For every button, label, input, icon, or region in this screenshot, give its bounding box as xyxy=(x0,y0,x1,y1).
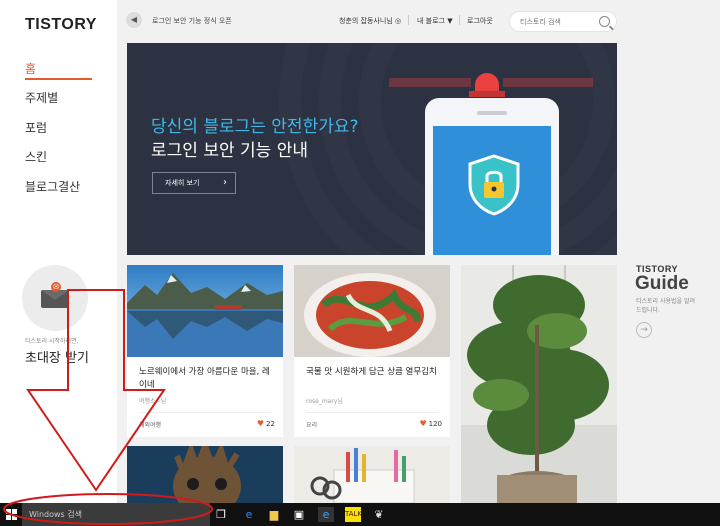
siren-beam-right xyxy=(503,78,593,87)
nav-item-home[interactable]: 홈 xyxy=(25,60,92,80)
card-divider xyxy=(306,412,438,413)
top-header: ◀ 로그인 보안 기능 정식 오픈 청춘의 잡동사니님 ◎ 내 블로그 ▼ 로그… xyxy=(117,0,720,42)
card-divider xyxy=(139,412,271,413)
post-card-image xyxy=(127,446,283,503)
banner-title: 로그인 보안 기능 안내 xyxy=(151,141,308,161)
nav-item-blog-summary[interactable]: 블로그결산 xyxy=(25,178,92,208)
post-card-likes[interactable]: ♥ 120 xyxy=(419,419,442,428)
edge-icon[interactable]: e xyxy=(241,507,257,522)
post-card-category[interactable]: 해외여행 xyxy=(139,420,161,429)
post-card-author[interactable]: 여행소~님 xyxy=(139,396,166,405)
task-view-icon[interactable]: ❐ xyxy=(213,507,229,522)
logout-link[interactable]: 로그아웃 xyxy=(467,16,493,26)
file-explorer-icon[interactable]: ▆ xyxy=(266,507,282,522)
chevron-right-icon: › xyxy=(223,177,227,188)
hero-banner[interactable]: 당신의 블로그는 안전한가요? 로그인 보안 기능 안내 자세히 보기 › xyxy=(127,43,617,255)
like-count: 120 xyxy=(428,420,442,428)
nav-item-topics[interactable]: 주제별 xyxy=(25,89,92,119)
windows-start-icon[interactable] xyxy=(6,509,17,520)
post-card[interactable] xyxy=(461,265,617,503)
envelope-icon xyxy=(41,290,69,308)
invite-circle[interactable]: ✉ xyxy=(22,265,88,331)
like-count: 22 xyxy=(266,420,275,428)
siren-icon xyxy=(475,73,499,91)
header-divider xyxy=(408,15,409,25)
post-card[interactable] xyxy=(127,446,283,503)
guide-title[interactable]: Guide xyxy=(635,273,689,295)
post-card-likes[interactable]: ♥ 22 xyxy=(257,419,275,428)
arrow-right-icon[interactable]: → xyxy=(636,322,652,338)
post-card[interactable] xyxy=(294,446,450,503)
post-card-category[interactable]: 요리 xyxy=(306,420,317,429)
invite-subtitle: 티스토리 시작하려면, xyxy=(25,338,79,345)
heart-icon: ♥ xyxy=(256,419,265,428)
internet-explorer-icon[interactable]: e xyxy=(318,507,334,522)
search-input[interactable] xyxy=(520,16,592,28)
nav-item-forum[interactable]: 포럼 xyxy=(25,119,92,149)
siren-beam-left xyxy=(389,78,471,87)
post-card[interactable]: 노르웨이에서 가장 아름다운 마을, 레이네 여행소~님 해외여행 ♥ 22 xyxy=(127,265,283,437)
windows-search-placeholder: Windows 검색 xyxy=(29,510,82,519)
post-card[interactable]: 국물 맛 시원하게 담근 상큼 열무김치 rose_mary님 요리 ♥ 120 xyxy=(294,265,450,437)
post-card-image xyxy=(294,446,450,503)
post-card-title[interactable]: 노르웨이에서 가장 아름다운 마을, 레이네 xyxy=(139,366,277,392)
tistory-logo[interactable]: TISTORY xyxy=(25,16,97,34)
post-card-image xyxy=(461,265,617,503)
post-card-image xyxy=(127,265,283,357)
phone-screen xyxy=(433,126,551,255)
details-button-label: 자세히 보기 xyxy=(165,179,200,187)
app-icon[interactable]: ❦ xyxy=(371,507,387,522)
user-link[interactable]: 청춘의 잡동사니님 ◎ xyxy=(339,16,401,26)
invite-badge: ✉ xyxy=(51,282,61,292)
details-button[interactable]: 자세히 보기 › xyxy=(152,172,236,194)
guide-subtitle: 티스토리 사용법을 알려드립니다. xyxy=(636,298,696,314)
search-box[interactable] xyxy=(509,11,617,32)
post-card-title[interactable]: 국물 맛 시원하게 담근 상큼 열무김치 xyxy=(306,366,444,379)
sidebar-nav: 홈 주제별 포럼 스킨 블로그결산 xyxy=(25,60,92,207)
siren-base xyxy=(469,91,505,97)
header-divider xyxy=(459,15,460,25)
banner-question: 당신의 블로그는 안전한가요? xyxy=(151,117,359,137)
phone-speaker xyxy=(477,111,507,115)
post-card-author[interactable]: rose_mary님 xyxy=(306,396,343,405)
store-icon[interactable]: ▣ xyxy=(291,507,307,522)
invite-title[interactable]: 초대장 받기 xyxy=(25,347,89,366)
post-card-image xyxy=(294,265,450,357)
nav-item-skin[interactable]: 스킨 xyxy=(25,148,92,178)
search-icon[interactable] xyxy=(599,16,610,27)
megaphone-icon: ◀ xyxy=(126,12,142,28)
kakaotalk-icon[interactable]: TALK xyxy=(345,507,362,522)
heart-icon: ♥ xyxy=(419,419,427,428)
windows-taskbar: Windows 검색 ❐ e ▆ ▣ e TALK ❦ xyxy=(0,503,720,526)
my-blog-dropdown[interactable]: 내 블로그 ▼ xyxy=(417,16,453,26)
notice-text[interactable]: 로그인 보안 기능 정식 오픈 xyxy=(152,16,232,26)
shield-lock-icon xyxy=(468,154,520,216)
sidebar: TISTORY 홈 주제별 포럼 스킨 블로그결산 ✉ 티스토리 시작하려면, … xyxy=(0,0,117,503)
windows-search-box[interactable]: Windows 검색 xyxy=(22,503,210,526)
phone-illustration xyxy=(425,98,559,255)
